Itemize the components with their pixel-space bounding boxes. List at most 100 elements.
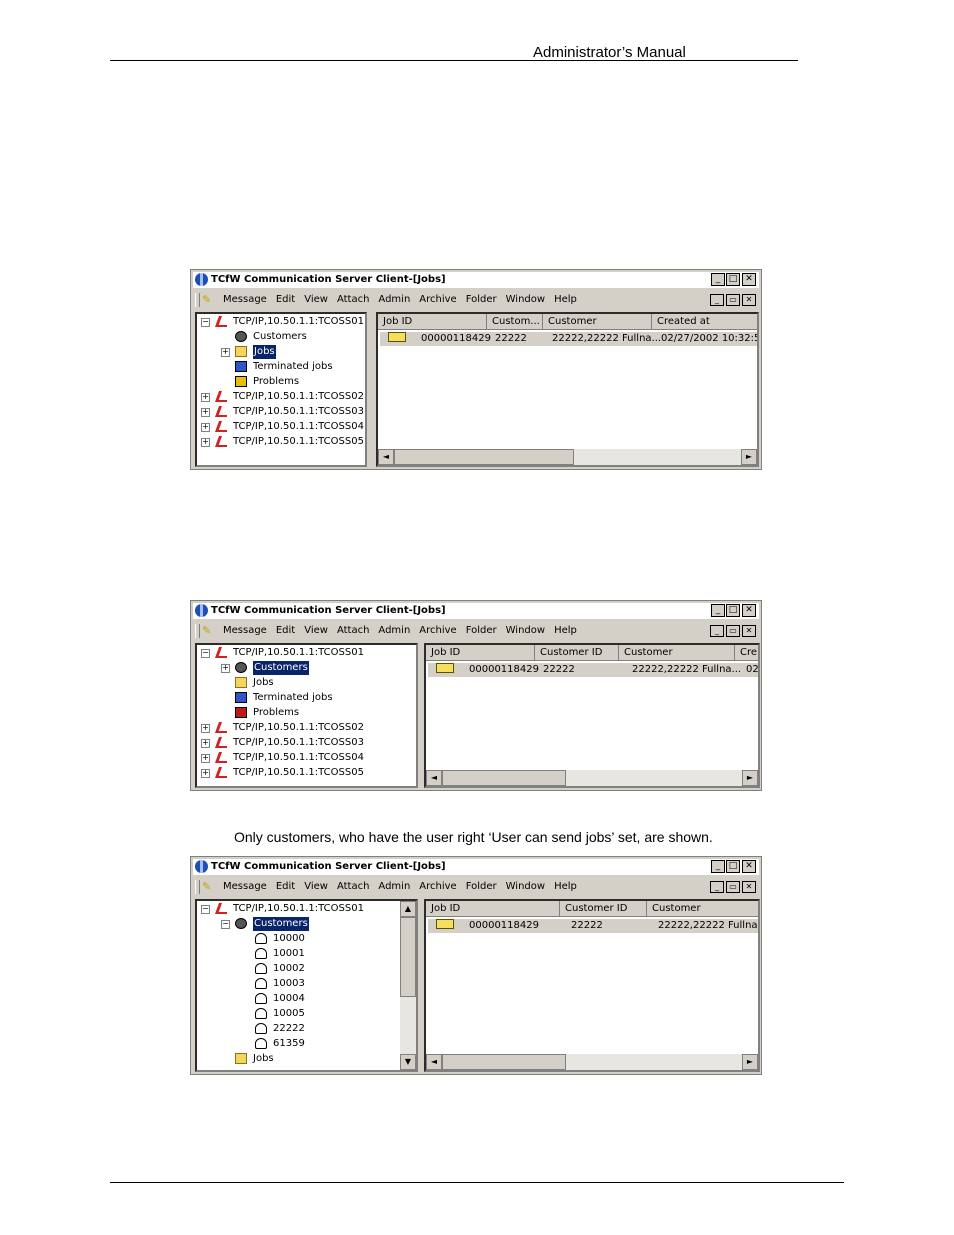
scroll-up-button[interactable]: ▲: [400, 901, 416, 917]
tree-item[interactable]: 10002: [197, 962, 416, 976]
expander-icon[interactable]: −: [201, 318, 210, 327]
scroll-left-button[interactable]: ◄: [378, 449, 394, 465]
tree-item[interactable]: Problems: [197, 706, 416, 720]
tree-item[interactable]: + TCP/IP,10.50.1.1:TCOSS05: [197, 766, 416, 780]
menu-folder[interactable]: Folder: [466, 294, 497, 305]
minimize-button[interactable]: _: [711, 604, 725, 617]
child-close-button[interactable]: ✕: [742, 881, 756, 893]
menu-archive[interactable]: Archive: [419, 881, 456, 892]
tree-item[interactable]: Terminated jobs: [197, 360, 365, 374]
list-scrollbar[interactable]: ◄ ►: [426, 1054, 758, 1070]
tree-item[interactable]: Jobs: [197, 1052, 416, 1066]
tree-view[interactable]: − TCP/IP,10.50.1.1:TCOSS01− Customers 10000…: [195, 899, 418, 1072]
tree-scrollbar[interactable]: ▲ ▼: [400, 901, 416, 1070]
menu-folder[interactable]: Folder: [466, 881, 497, 892]
close-button[interactable]: ✕: [742, 604, 756, 617]
menu-message[interactable]: Message: [223, 881, 267, 892]
scroll-thumb[interactable]: [442, 1054, 566, 1070]
column-header[interactable]: Cre: [735, 645, 758, 661]
tree-item[interactable]: 61359: [197, 1037, 416, 1051]
menu-window[interactable]: Window: [506, 881, 545, 892]
expander-icon[interactable]: −: [201, 905, 210, 914]
column-header[interactable]: Job ID: [426, 645, 535, 661]
column-header[interactable]: Customer: [619, 645, 735, 661]
child-restore-button[interactable]: ▭: [726, 625, 740, 637]
expander-icon[interactable]: +: [201, 739, 210, 748]
child-minimize-button[interactable]: _: [710, 294, 724, 306]
tree-item[interactable]: 10000: [197, 932, 416, 946]
tree-item[interactable]: Terminated jobs: [197, 691, 416, 705]
menu-help[interactable]: Help: [554, 294, 577, 305]
tree-item[interactable]: 10003: [197, 977, 416, 991]
child-minimize-button[interactable]: _: [710, 881, 724, 893]
job-row[interactable]: 00000118429 22222 22222,22222 Fullna... 02/: [428, 663, 758, 677]
scroll-right-button[interactable]: ►: [741, 449, 757, 465]
menu-edit[interactable]: Edit: [276, 881, 295, 892]
tree-item[interactable]: + TCP/IP,10.50.1.1:TCOSS02: [197, 721, 416, 735]
menu-view[interactable]: View: [304, 881, 328, 892]
column-header[interactable]: Customer ID: [535, 645, 619, 661]
expander-icon[interactable]: +: [201, 754, 210, 763]
tree-item[interactable]: + TCP/IP,10.50.1.1:TCOSS04: [197, 751, 416, 765]
job-list[interactable]: Job ID Customer ID Customer Cre 00000118429 2…: [424, 643, 760, 788]
tree-item[interactable]: − Customers: [197, 917, 416, 931]
menu-view[interactable]: View: [304, 625, 328, 636]
child-minimize-button[interactable]: _: [710, 625, 724, 637]
job-row[interactable]: 00000118429 22222 22222,22222 Fullna... 02/…: [380, 332, 757, 346]
column-header[interactable]: Job ID: [426, 901, 560, 917]
job-list[interactable]: Job ID Custom... Customer Created at 0000011…: [376, 312, 759, 467]
menu-attach[interactable]: Attach: [337, 881, 369, 892]
close-button[interactable]: ✕: [742, 860, 756, 873]
tree-item[interactable]: 10004: [197, 992, 416, 1006]
tree-view[interactable]: − TCP/IP,10.50.1.1:TCOSS01 Customers + Jobs T…: [195, 312, 367, 467]
column-header[interactable]: Customer: [647, 901, 758, 917]
minimize-button[interactable]: _: [711, 273, 725, 286]
column-header[interactable]: Customer: [543, 314, 652, 330]
tree-item[interactable]: 10001: [197, 947, 416, 961]
list-scrollbar[interactable]: ◄ ►: [426, 770, 758, 786]
menu-view[interactable]: View: [304, 294, 328, 305]
scroll-thumb[interactable]: [400, 917, 416, 997]
tree-item[interactable]: + TCP/IP,10.50.1.1:TCOSS03: [197, 405, 365, 419]
tree-item[interactable]: + TCP/IP,10.50.1.1:TCOSS05: [197, 435, 365, 449]
scroll-right-button[interactable]: ►: [742, 1054, 758, 1070]
job-list[interactable]: Job ID Customer ID Customer 00000118429 2222…: [424, 899, 760, 1072]
tree-item[interactable]: Problems: [197, 375, 365, 389]
menu-attach[interactable]: Attach: [337, 294, 369, 305]
tree-item[interactable]: + TCP/IP,10.50.1.1:TCOSS04: [197, 420, 365, 434]
expander-icon[interactable]: +: [221, 664, 230, 673]
tree-item[interactable]: + TCP/IP,10.50.1.1:TCOSS02: [197, 390, 365, 404]
tree-item[interactable]: − TCP/IP,10.50.1.1:TCOSS01: [197, 315, 365, 329]
child-restore-button[interactable]: ▭: [726, 881, 740, 893]
tree-item[interactable]: + TCP/IP,10.50.1.1:TCOSS03: [197, 736, 416, 750]
menu-help[interactable]: Help: [554, 881, 577, 892]
menu-help[interactable]: Help: [554, 625, 577, 636]
close-button[interactable]: ✕: [742, 273, 756, 286]
scroll-left-button[interactable]: ◄: [426, 770, 442, 786]
child-close-button[interactable]: ✕: [742, 625, 756, 637]
menu-folder[interactable]: Folder: [466, 625, 497, 636]
expander-icon[interactable]: −: [201, 649, 210, 658]
tree-item[interactable]: 10005: [197, 1007, 416, 1021]
column-header[interactable]: Job ID: [378, 314, 487, 330]
expander-icon[interactable]: +: [201, 423, 210, 432]
column-header[interactable]: Custom...: [487, 314, 543, 330]
tree-view[interactable]: − TCP/IP,10.50.1.1:TCOSS01 + Customers Jobs T…: [195, 643, 418, 788]
expander-icon[interactable]: −: [221, 920, 230, 929]
scroll-thumb[interactable]: [442, 770, 566, 786]
tree-item[interactable]: Jobs: [197, 676, 416, 690]
tree-item[interactable]: + Jobs: [197, 345, 365, 359]
menu-edit[interactable]: Edit: [276, 625, 295, 636]
expander-icon[interactable]: +: [201, 724, 210, 733]
expander-icon[interactable]: +: [201, 393, 210, 402]
child-close-button[interactable]: ✕: [742, 294, 756, 306]
menu-archive[interactable]: Archive: [419, 294, 456, 305]
expander-icon[interactable]: +: [221, 348, 230, 357]
tree-item[interactable]: − TCP/IP,10.50.1.1:TCOSS01: [197, 646, 416, 660]
maximize-button[interactable]: □: [726, 604, 740, 617]
menu-admin[interactable]: Admin: [378, 625, 410, 636]
scroll-left-button[interactable]: ◄: [426, 1054, 442, 1070]
minimize-button[interactable]: _: [711, 860, 725, 873]
tree-item[interactable]: − TCP/IP,10.50.1.1:TCOSS01: [197, 902, 416, 916]
maximize-button[interactable]: □: [726, 273, 740, 286]
